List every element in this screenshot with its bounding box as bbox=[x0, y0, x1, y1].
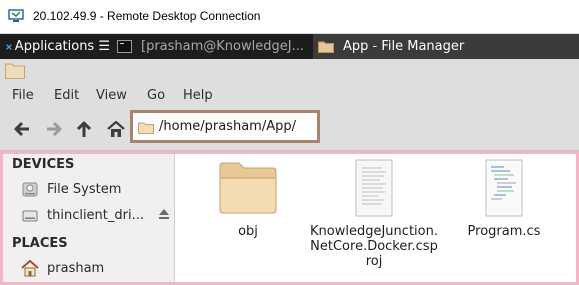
menubar: File Edit View Go Help bbox=[0, 84, 579, 108]
home-icon bbox=[21, 259, 39, 277]
window-header bbox=[0, 59, 579, 84]
forward-button[interactable] bbox=[43, 118, 65, 140]
sidebar-heading-devices: DEVICES bbox=[12, 157, 75, 172]
menu-go[interactable]: Go bbox=[147, 88, 165, 103]
sidebar-item-thinclient-drive[interactable]: thinclient_dri... bbox=[20, 205, 144, 225]
remote-desktop-icon bbox=[8, 9, 24, 22]
location-bar[interactable]: /home/prasham/App/ bbox=[130, 110, 320, 143]
home-button[interactable] bbox=[105, 118, 127, 140]
taskbar-file-manager-button[interactable]: App - File Manager bbox=[313, 34, 579, 59]
taskbar-file-manager-label: App - File Manager bbox=[343, 39, 465, 54]
file-name: Program.cs bbox=[467, 224, 541, 239]
folder-icon bbox=[138, 122, 154, 134]
arrow-right-icon bbox=[47, 121, 62, 137]
sidebar-item-label: File System bbox=[47, 181, 122, 197]
file-name: KnowledgeJunction. NetCore.Docker.csp ro… bbox=[310, 224, 438, 269]
content-area: DEVICES File System thinclient_dri... PL… bbox=[0, 151, 579, 285]
arrow-up-icon bbox=[76, 121, 92, 137]
home-icon bbox=[107, 120, 125, 137]
taskbar-terminal-label: [prasham@KnowledgeJ... bbox=[141, 39, 304, 54]
sidebar-item-label: thinclient_dri... bbox=[47, 207, 144, 223]
drive-icon bbox=[22, 210, 38, 222]
file-view: obj KnowledgeJunction. NetCore.Docker.cs… bbox=[177, 154, 576, 282]
window-title: 20.102.49.9 - Remote Desktop Connection bbox=[33, 9, 261, 23]
window-folder-icon bbox=[5, 63, 25, 79]
applications-menu-button[interactable]: Applications ☰ bbox=[0, 34, 110, 59]
parent-folder-button[interactable] bbox=[73, 118, 95, 140]
sidebar-heading-places: PLACES bbox=[12, 236, 68, 251]
xfce-icon bbox=[6, 43, 12, 50]
back-button[interactable] bbox=[11, 118, 33, 140]
menu-edit[interactable]: Edit bbox=[54, 88, 79, 103]
sidebar-item-prasham[interactable]: prasham bbox=[20, 258, 104, 278]
drive-icon bbox=[22, 182, 38, 197]
eject-icon[interactable] bbox=[158, 208, 170, 220]
menu-file[interactable]: File bbox=[12, 88, 34, 103]
menu-help[interactable]: Help bbox=[183, 88, 213, 103]
folder-icon bbox=[318, 41, 334, 53]
arrow-left-icon bbox=[14, 121, 29, 137]
sidebar: DEVICES File System thinclient_dri... PL… bbox=[3, 154, 175, 282]
menu-view[interactable]: View bbox=[96, 88, 127, 103]
code-file-icon bbox=[485, 159, 523, 217]
sidebar-item-label: prasham bbox=[47, 260, 105, 276]
sidebar-item-file-system[interactable]: File System bbox=[20, 179, 121, 199]
applications-label: Applications ☰ bbox=[14, 39, 110, 54]
toolbar: /home/prasham/App/ bbox=[0, 108, 579, 151]
file-name: obj bbox=[238, 224, 258, 239]
rdp-title-bar: 20.102.49.9 - Remote Desktop Connection bbox=[0, 0, 579, 34]
document-icon bbox=[355, 159, 393, 217]
taskbar-terminal-button[interactable]: [prasham@KnowledgeJ... bbox=[113, 34, 313, 59]
terminal-icon bbox=[117, 40, 132, 53]
top-panel: Applications ☰ [prasham@KnowledgeJ... Ap… bbox=[0, 34, 579, 59]
folder-icon bbox=[219, 162, 277, 214]
location-path: /home/prasham/App/ bbox=[159, 119, 296, 134]
